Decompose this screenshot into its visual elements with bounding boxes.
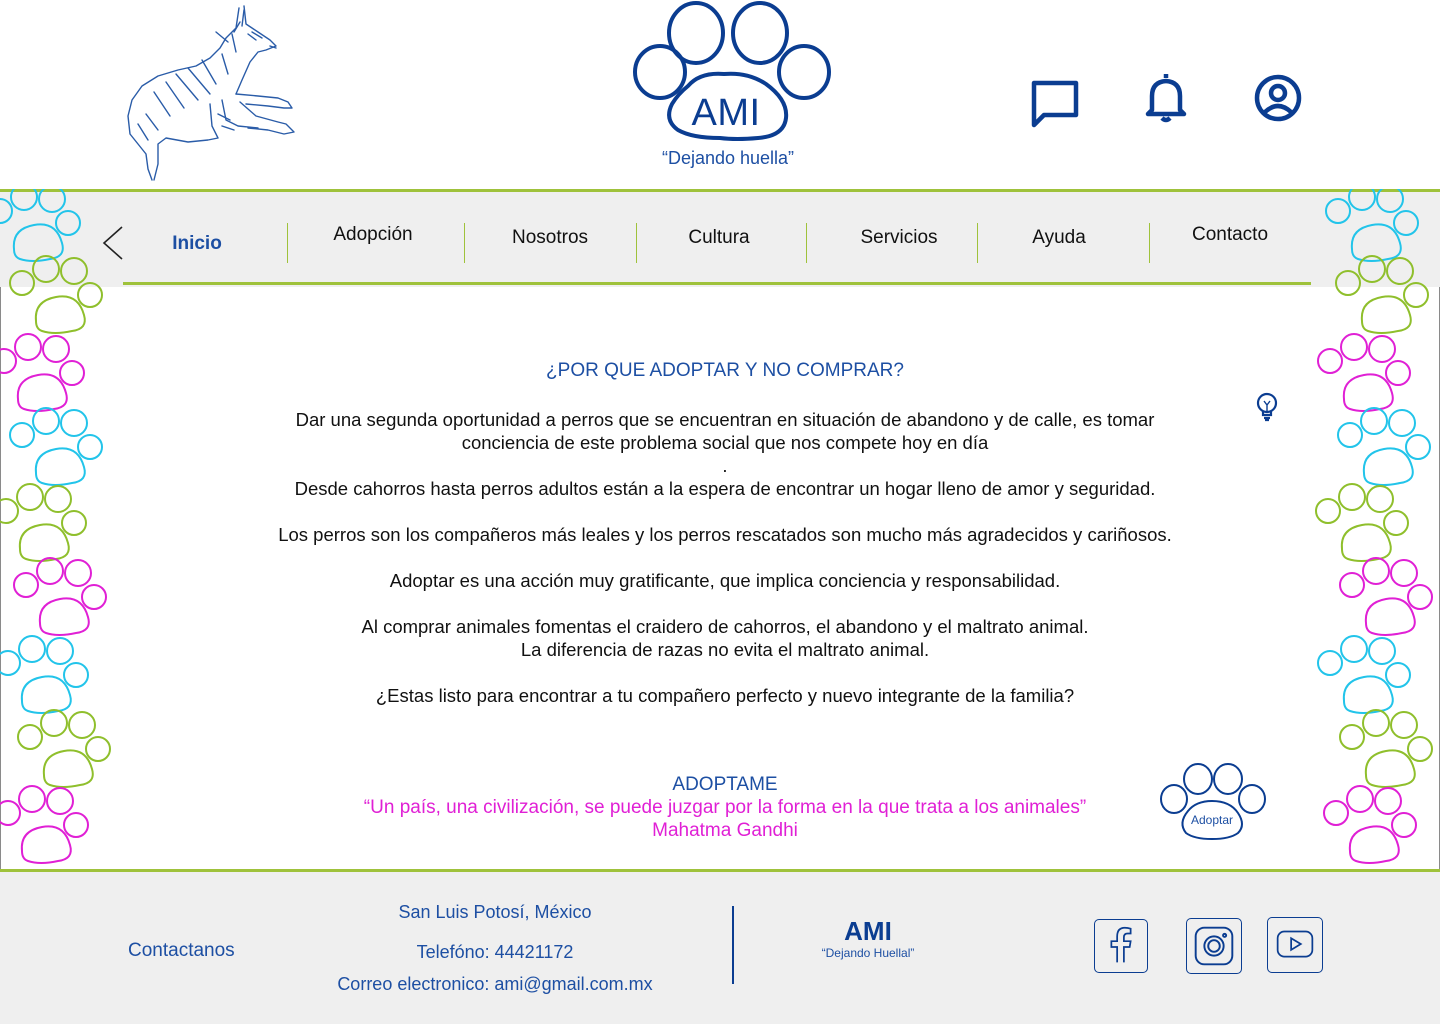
lightbulb-icon[interactable] (1254, 392, 1280, 422)
brand-slogan: “Dejando huella” (661, 148, 795, 168)
nav-item-cultura[interactable]: Cultura (650, 218, 788, 258)
footer-email[interactable]: Correo electronico: ami@gmail.com.mx (300, 974, 690, 995)
paragraph-line: Los perros son los compañeros más leales… (278, 524, 1172, 545)
nav-item-servicios[interactable]: Servicios (822, 218, 976, 258)
quote-text: “Un país, una civilización, se puede juz… (363, 797, 1087, 818)
instagram-icon[interactable] (1186, 918, 1242, 974)
paragraph-line: Adoptar es una acción muy gratificante, … (389, 570, 1061, 591)
nav-divider (287, 223, 288, 263)
left-paw-decoration (0, 189, 111, 864)
paragraph-line: Al comprar animales fomentas el craidero… (361, 616, 1089, 637)
header: AMI “Dejando huella” (0, 0, 1440, 189)
footer-phone: Telefóno: 44421172 (416, 942, 574, 962)
youtube-icon[interactable] (1267, 917, 1323, 973)
nav-item-adopcion[interactable]: Adopción (300, 215, 446, 255)
nav-divider (806, 223, 807, 263)
footer-slogan: “Dejando Huellal” (821, 946, 915, 960)
paragraph-line: La diferencia de razas no evita el maltr… (520, 639, 930, 660)
footer-contact-label: Contactanos (128, 940, 235, 961)
paragraph-line: Desde cahorros hasta perros adultos está… (294, 478, 1156, 499)
main-content: ¿POR QUE ADOPTAR Y NO COMPRAR? Dar una s… (130, 287, 1310, 869)
nav-item-contacto[interactable]: Contacto (1160, 215, 1300, 255)
paw-button-icon (1160, 763, 1266, 841)
quote-author: Mahatma Gandhi (652, 820, 798, 841)
facebook-icon[interactable] (1094, 919, 1148, 973)
nav-divider (1149, 223, 1150, 263)
paragraph-line: conciencia de este problema social que n… (461, 432, 989, 453)
chat-icon[interactable] (1026, 73, 1082, 129)
nav-divider (636, 223, 637, 263)
paragraph-line: . (722, 455, 728, 476)
nav-item-nosotros[interactable]: Nosotros (478, 218, 622, 258)
nav-underline (123, 282, 1311, 285)
nav-item-ayuda[interactable]: Ayuda (990, 218, 1128, 258)
footer: Contactanos San Luis Potosí, México Tele… (0, 869, 1440, 1024)
footer-brand: AMI (844, 916, 892, 946)
right-paw-decoration (1315, 189, 1433, 864)
section-heading: ¿POR QUE ADOPTAR Y NO COMPRAR? (546, 360, 904, 381)
adopt-button-label: Adoptar (1190, 813, 1234, 827)
adopt-button[interactable]: Adoptar (1154, 759, 1270, 843)
brand-logo-text: AMI (691, 92, 761, 134)
nav-divider (977, 223, 978, 263)
paragraph-line: Dar una segunda oportunidad a perros que… (295, 409, 1155, 430)
bell-icon[interactable] (1138, 70, 1194, 126)
footer-divider (732, 906, 734, 984)
footer-location: San Luis Potosí, México (398, 902, 592, 922)
paragraph-line: ¿Estas listo para encontrar a tu compañe… (375, 685, 1075, 706)
adoptame-heading: ADOPTAME (672, 774, 778, 795)
user-profile-icon[interactable] (1250, 70, 1306, 126)
dog-illustration (127, 5, 295, 181)
nav-divider (464, 223, 465, 263)
nav-item-inicio[interactable]: Inicio (130, 224, 264, 264)
